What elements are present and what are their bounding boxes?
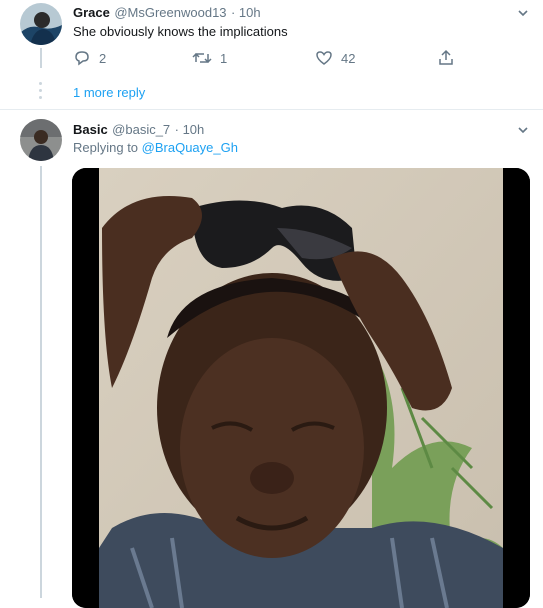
thread-line	[40, 48, 42, 68]
tweet-timestamp[interactable]: · 10h	[231, 5, 261, 20]
chevron-down-icon[interactable]	[516, 6, 530, 20]
retweet-button[interactable]: 1	[192, 49, 227, 67]
more-replies-link[interactable]: 1 more reply	[73, 85, 145, 100]
author-name[interactable]: Grace	[73, 5, 110, 20]
video-player[interactable]	[72, 168, 530, 608]
author-name[interactable]: Basic	[73, 122, 108, 137]
author-handle[interactable]: @MsGreenwood13	[114, 5, 226, 20]
author-handle[interactable]: @basic_7	[112, 122, 170, 137]
thread-dots	[39, 82, 43, 102]
retweet-icon	[192, 52, 212, 64]
like-button[interactable]: 42	[315, 49, 355, 67]
reply-icon	[75, 51, 89, 66]
reply-button[interactable]: 2	[73, 49, 106, 67]
tweet-timestamp[interactable]: · 10h	[175, 122, 205, 137]
share-icon	[439, 49, 453, 65]
replying-to-label: Replying to	[73, 140, 142, 155]
tweet-grace[interactable]: Grace @MsGreenwood13 · 10h She obviously…	[0, 0, 543, 108]
avatar[interactable]	[20, 3, 62, 45]
like-count: 42	[341, 50, 356, 66]
chevron-down-icon[interactable]	[516, 123, 530, 137]
replying-to-handle[interactable]: @BraQuaye_Gh	[142, 140, 238, 155]
reply-count: 2	[99, 50, 107, 66]
heart-icon	[316, 51, 332, 65]
thread-line	[40, 166, 42, 598]
avatar[interactable]	[20, 119, 62, 161]
share-button[interactable]	[437, 49, 455, 67]
tweet-text: She obviously knows the implications	[73, 24, 288, 39]
retweet-count: 1	[220, 50, 228, 66]
video-frame	[72, 168, 530, 608]
